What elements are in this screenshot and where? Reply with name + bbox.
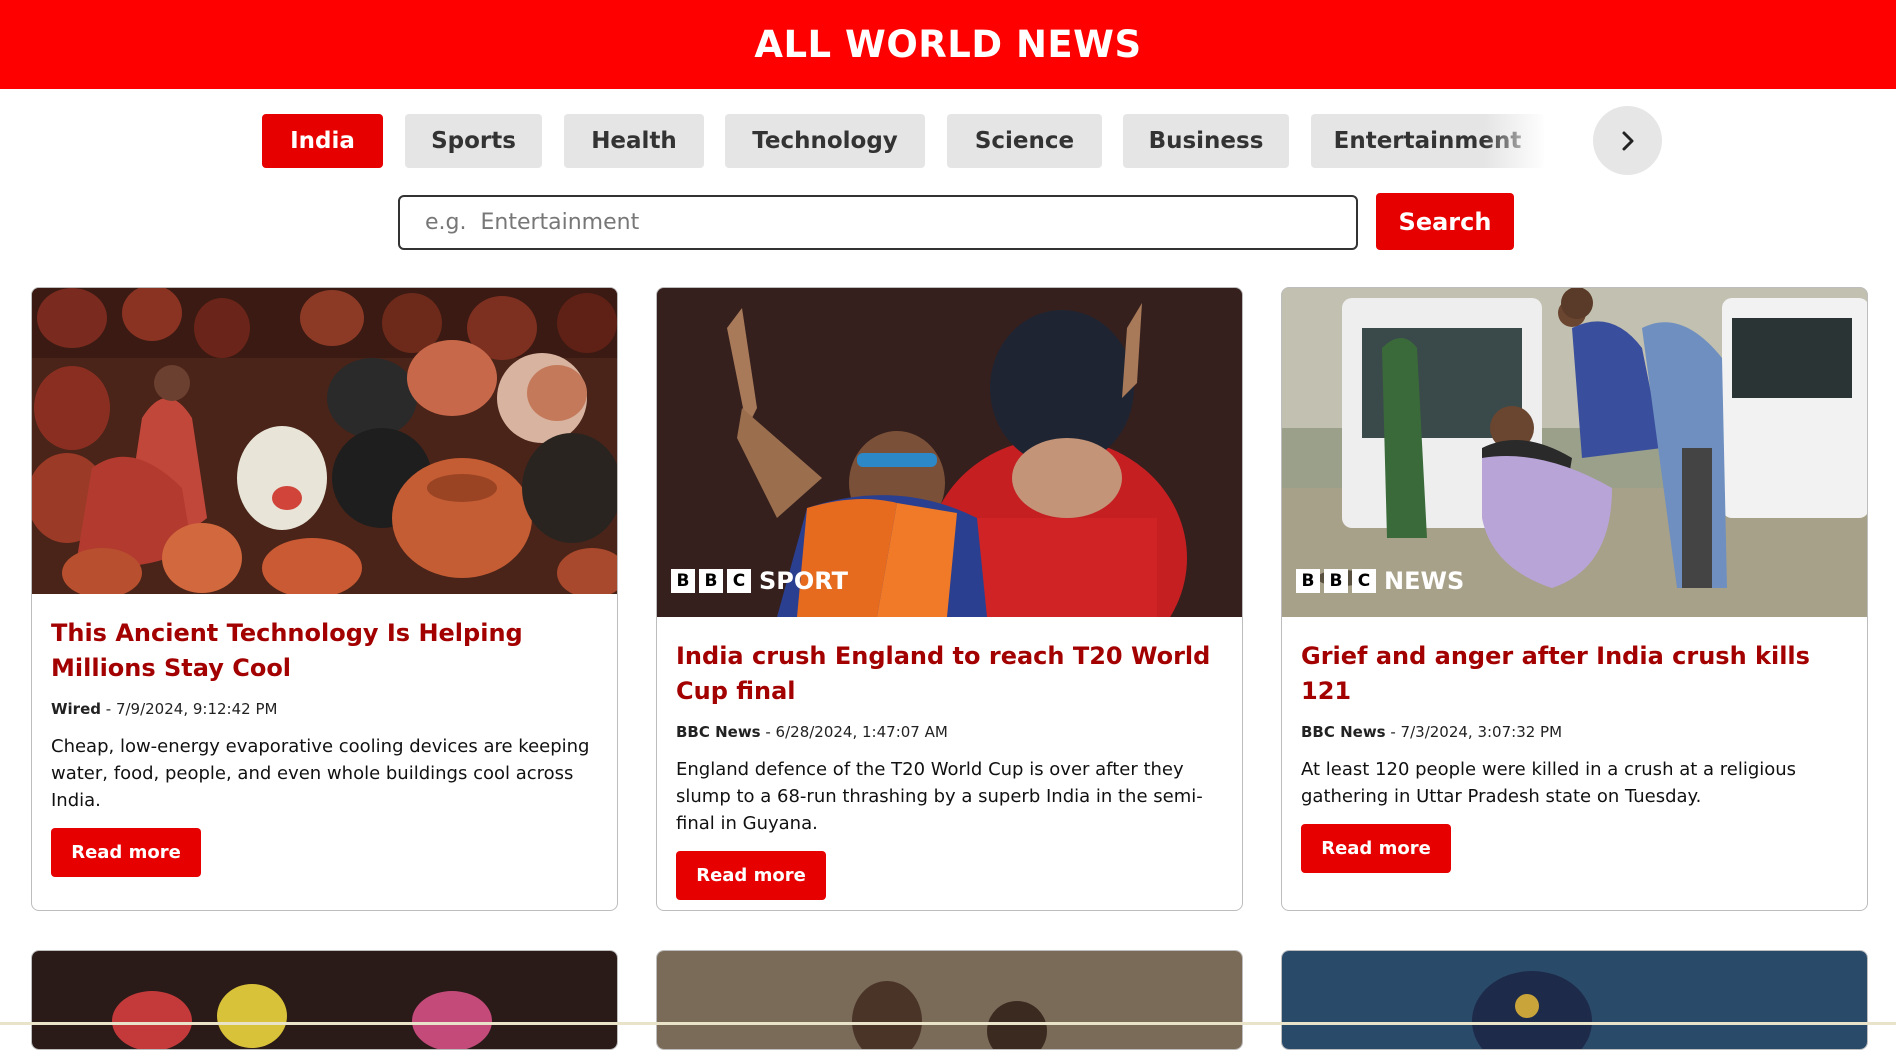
cricket-helmet-photo [1282, 951, 1867, 1049]
article-card-partial[interactable] [31, 950, 618, 1050]
article-image[interactable] [32, 288, 617, 594]
clay-pots-photo [32, 288, 617, 594]
chevron-right-icon [1622, 131, 1633, 150]
crowd-photo [32, 951, 617, 1049]
category-entertainment[interactable]: Entertainment [1311, 114, 1544, 168]
students-photo [657, 951, 1242, 1049]
article-meta: BBC News - 6/28/2024, 1:47:07 AM [676, 723, 1224, 741]
article-card: B B C NEWS Grief and anger after India c… [1281, 287, 1868, 911]
read-more-button[interactable]: Read more [51, 828, 201, 877]
bbc-sport-logo: B B C SPORT [671, 567, 848, 595]
article-title[interactable]: This Ancient Technology Is Helping Milli… [51, 616, 599, 686]
article-date: - 7/3/2024, 3:07:32 PM [1385, 723, 1563, 741]
article-description: At least 120 people were killed in a cru… [1301, 759, 1797, 807]
article-source: Wired [51, 700, 101, 718]
category-science[interactable]: Science [947, 114, 1102, 168]
article-image[interactable]: B B C NEWS [1282, 288, 1867, 617]
article-meta: Wired - 7/9/2024, 9:12:42 PM [51, 700, 599, 718]
category-next-button[interactable] [1593, 106, 1662, 175]
article-meta: BBC News - 7/3/2024, 3:07:32 PM [1301, 723, 1849, 741]
article-title[interactable]: India crush England to reach T20 World C… [676, 639, 1224, 709]
article-image[interactable]: B B C SPORT [657, 288, 1242, 617]
site-title: ALL WORLD NEWS [754, 23, 1142, 66]
article-source: BBC News [1301, 723, 1386, 741]
article-card: B B C SPORT India crush England to reach… [656, 287, 1243, 911]
category-health[interactable]: Health [564, 114, 704, 168]
read-more-button[interactable]: Read more [1301, 824, 1451, 873]
site-header: ALL WORLD NEWS [0, 0, 1896, 89]
category-business[interactable]: Business [1123, 114, 1289, 168]
read-more-button[interactable]: Read more [676, 851, 826, 900]
search-input[interactable] [398, 195, 1358, 250]
article-date: - 7/9/2024, 9:12:42 PM [101, 700, 278, 718]
article-description: England defence of the T20 World Cup is … [676, 759, 1203, 834]
article-card: This Ancient Technology Is Helping Milli… [31, 287, 618, 911]
article-date: - 6/28/2024, 1:47:07 AM [760, 723, 948, 741]
category-sports[interactable]: Sports [405, 114, 542, 168]
article-card-partial[interactable] [1281, 950, 1868, 1050]
article-title[interactable]: Grief and anger after India crush kills … [1301, 639, 1849, 709]
bbc-news-logo: B B C NEWS [1296, 567, 1464, 595]
category-india[interactable]: India [262, 114, 383, 168]
category-technology[interactable]: Technology [725, 114, 925, 168]
search-button[interactable]: Search [1376, 193, 1514, 250]
article-card-partial[interactable] [656, 950, 1243, 1050]
article-description: Cheap, low-energy evaporative cooling de… [51, 736, 590, 811]
article-source: BBC News [676, 723, 761, 741]
